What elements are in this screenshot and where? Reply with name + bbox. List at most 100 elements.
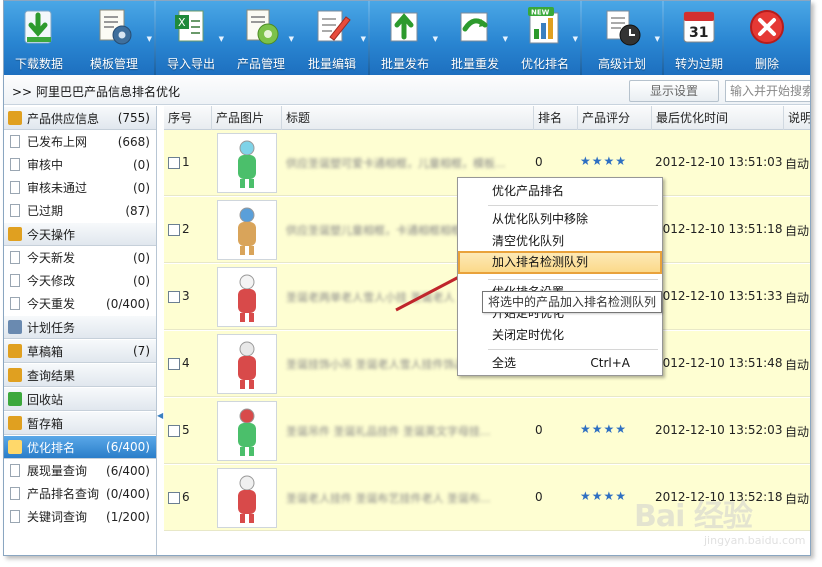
menu-item-select-all[interactable]: 全选 Ctrl+A [458,352,662,374]
dropdown-arrow-icon[interactable]: ▼ [655,35,660,43]
document-icon [10,297,20,310]
search-input[interactable]: 输入并开始搜索 [725,80,810,102]
document-icon [10,464,20,477]
row-note: 自动 [785,425,810,439]
toolbar-advanced-plan-button[interactable]: 高级计划 ▼ [582,1,662,75]
sidebar-group-0[interactable]: 产品供应信息 (755) [4,106,156,130]
row-checkbox[interactable] [168,224,180,236]
menu-item-add-rank-check-queue[interactable]: 加入排名检测队列 [458,251,662,274]
toolbar-template-button[interactable]: 模板管理 ▼ [74,1,154,75]
row-checkbox[interactable] [168,291,180,303]
row-checkbox[interactable] [168,157,180,169]
product-thumbnail[interactable] [217,133,277,193]
sidebar-item[interactable]: 产品排名查询 (0/400) [4,482,156,505]
menu-item-clear-queue[interactable]: 清空优化队列 [458,230,662,252]
sidebar-item[interactable]: 审核中 (0) [4,153,156,176]
sidebar-group-4[interactable]: 查询结果 [4,363,156,387]
sidebar-item[interactable]: 审核未通过 (0) [4,176,156,199]
sidebar-group-5[interactable]: 回收站 [4,387,156,411]
dropdown-arrow-icon[interactable]: ▼ [573,35,578,43]
sidebar-group-label: 暂存箱 [27,416,64,431]
toolbar-download-button[interactable]: 下载数据 [4,1,74,75]
column-header-title[interactable]: 标题 [282,106,534,130]
breadcrumb-title: 阿里巴巴产品信息排名优化 [35,85,180,99]
product-rank: 0 [535,490,543,504]
toolbar-label: 高级计划 [597,57,646,71]
dropdown-arrow-icon[interactable]: ▼ [503,35,508,43]
toolbar-optimize-rank-button[interactable]: NEW 优化排名 ▼ [510,1,580,75]
sidebar-item-count: (0) [133,250,150,265]
sidebar-group-6[interactable]: 暂存箱 [4,411,156,435]
toolbar-batch-republish-button[interactable]: 批量重发 ▼ [440,1,510,75]
last-optimized-time: 2012-12-10 13:51:03 [655,155,783,169]
sidebar-item-count: (0) [133,180,150,195]
toolbar-label: 产品管理 [236,57,285,71]
document-icon [10,487,20,500]
product-thumbnail[interactable] [217,401,277,461]
sidebar-group-7[interactable]: 优化排名 (6/400) [4,435,156,459]
tooltip: 将选中的产品加入排名检测队列 [482,291,663,313]
product-thumbnail[interactable] [217,468,277,528]
dropdown-arrow-icon[interactable]: ▼ [433,35,438,43]
sidebar-item[interactable]: 今天新发 (0) [4,246,156,269]
document-icon [10,135,20,148]
toolbar-batch-edit-button[interactable]: 批量编辑 ▼ [296,1,368,75]
document-icon [10,510,20,523]
toolbar-expire-button[interactable]: 31 转为过期 [664,1,734,75]
column-header-rank[interactable]: 排名 [534,106,578,130]
row-index: 6 [182,490,190,504]
calendar-icon: 31 [679,7,719,47]
product-thumbnail[interactable] [217,267,277,327]
document-icon [10,181,20,194]
sidebar-item-count: (668) [117,134,150,149]
publish-icon [385,7,425,47]
column-header-score[interactable]: 产品评分 [578,106,652,130]
row-checkbox[interactable] [168,492,180,504]
sidebar-item-label: 今天重发 [27,297,76,311]
product-gear-icon [241,7,281,47]
column-header-index[interactable]: 序号 [164,106,212,130]
app-window: 下载数据 模板管理 ▼ X 导入导出 ▼ 产品管理 ▼ 批量编辑 ▼ 批量发布 … [3,0,811,556]
sidebar-group-1[interactable]: 今天操作 [4,222,156,246]
sidebar-item[interactable]: 展现量查询 (6/400) [4,459,156,482]
toolbar-import-export-button[interactable]: X 导入导出 ▼ [156,1,226,75]
recycle-icon [8,392,22,406]
display-settings-button[interactable]: 显示设置 [629,80,719,102]
last-optimized-time: 2012-12-10 13:51:18 [655,222,783,236]
row-checkbox[interactable] [168,425,180,437]
menu-separator [488,279,658,280]
row-index: 2 [182,222,190,236]
sidebar-group-2[interactable]: 计划任务 [4,315,156,339]
product-thumbnail[interactable] [217,334,277,394]
row-checkbox[interactable] [168,358,180,370]
sidebar-group-3[interactable]: 草稿箱 (7) [4,339,156,363]
sidebar-group-label: 草稿箱 [27,344,64,359]
column-header-last-optimized[interactable]: 最后优化时间 [652,106,784,130]
sidebar-item-label: 今天新发 [27,251,76,265]
collapse-sidebar-icon[interactable]: ◀ [157,411,163,425]
sidebar-item[interactable]: 今天重发 (0/400) [4,292,156,315]
sidebar-item-label: 今天修改 [27,274,76,288]
table-row[interactable]: 5 圣诞吊件 圣诞礼品挂件 圣诞英文字母挂... 0 ★★★★ 2012-12-10 1… [164,398,810,464]
menu-item-remove-from-queue[interactable]: 从优化队列中移除 [458,208,662,230]
menu-item-optimize-rank[interactable]: 优化产品排名 [458,180,662,202]
toolbar-label: 下载数据 [14,57,63,71]
sidebar-item[interactable]: 已发布上网 (668) [4,130,156,153]
toolbar-label: 模板管理 [89,57,138,71]
product-thumbnail[interactable] [217,200,277,260]
dropdown-arrow-icon[interactable]: ▼ [219,35,224,43]
sidebar-item-count: (0) [133,273,150,288]
column-header-image[interactable]: 产品图片 [212,106,282,130]
dropdown-arrow-icon[interactable]: ▼ [361,35,366,43]
toolbar-batch-publish-button[interactable]: 批量发布 ▼ [370,1,440,75]
dropdown-arrow-icon[interactable]: ▼ [147,35,152,43]
toolbar-product-manage-button[interactable]: 产品管理 ▼ [226,1,296,75]
sidebar-item[interactable]: 已过期 (87) [4,199,156,222]
column-header-note[interactable]: 说明 [784,106,810,130]
menu-separator [488,349,658,350]
sidebar-item[interactable]: 关键词查询 (1/200) [4,505,156,528]
toolbar-delete-button[interactable]: 删除 [734,1,800,75]
menu-item-stop-timer[interactable]: 关闭定时优化 [458,324,662,346]
sidebar-item[interactable]: 今天修改 (0) [4,269,156,292]
dropdown-arrow-icon[interactable]: ▼ [289,35,294,43]
